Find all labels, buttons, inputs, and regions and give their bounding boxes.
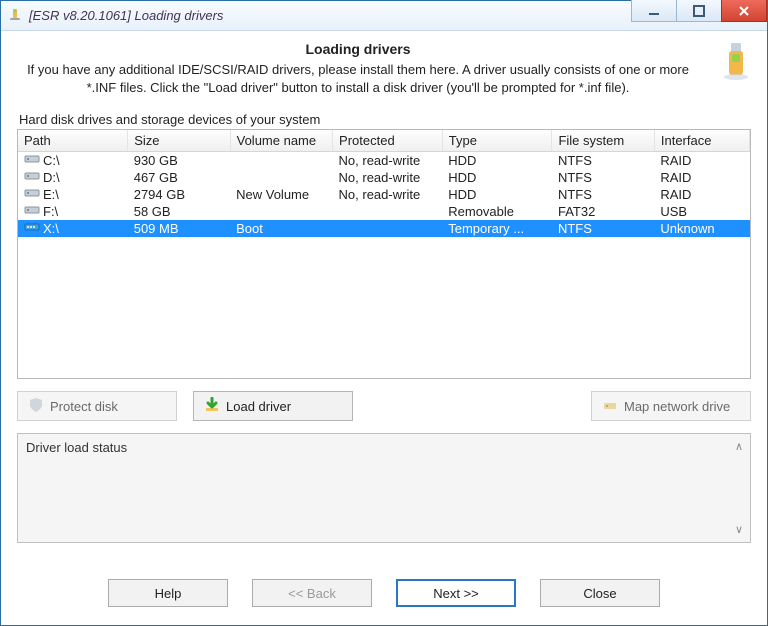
drive-path: X:\: [43, 221, 59, 236]
drive-icon: [24, 204, 40, 219]
protect-disk-button[interactable]: Protect disk: [17, 391, 177, 421]
drives-caption: Hard disk drives and storage devices of …: [19, 112, 751, 127]
drive-protected: [333, 203, 443, 220]
load-driver-label: Load driver: [226, 399, 291, 414]
drive-interface: RAID: [654, 186, 749, 203]
shield-icon: [28, 397, 44, 416]
page-header: Loading drivers If you have any addition…: [1, 31, 767, 110]
download-icon: [204, 397, 220, 416]
drive-fs: NTFS: [552, 152, 654, 170]
window-title: [ESR v8.20.1061] Loading drivers: [29, 8, 223, 23]
close-button[interactable]: Close: [540, 579, 660, 607]
wizard-footer: Help << Back Next >> Close: [1, 569, 767, 625]
drives-table[interactable]: Path Size Volume name Protected Type Fil…: [17, 129, 751, 379]
drive-interface: RAID: [654, 152, 749, 170]
drive-type: HDD: [442, 152, 552, 170]
drive-icon: [24, 153, 40, 168]
table-row[interactable]: D:\ 467 GB No, read-writeHDDNTFSRAID: [18, 169, 750, 186]
network-drive-icon: [602, 397, 618, 416]
drive-volume: Boot: [230, 220, 332, 237]
drive-volume: New Volume: [230, 186, 332, 203]
usb-drive-icon: [719, 41, 753, 84]
col-volume[interactable]: Volume name: [230, 130, 332, 152]
table-row[interactable]: F:\ 58 GB RemovableFAT32USB: [18, 203, 750, 220]
title-bar: [ESR v8.20.1061] Loading drivers: [1, 1, 767, 31]
back-button[interactable]: << Back: [252, 579, 372, 607]
drive-type: HDD: [442, 169, 552, 186]
col-protected[interactable]: Protected: [333, 130, 443, 152]
drive-path: E:\: [43, 187, 59, 202]
drive-icon: [24, 221, 40, 236]
drive-path: F:\: [43, 204, 58, 219]
drive-path: C:\: [43, 153, 60, 168]
drive-size: 2794 GB: [128, 186, 230, 203]
drive-interface: USB: [654, 203, 749, 220]
window-controls: [631, 1, 767, 30]
drive-size: 509 MB: [128, 220, 230, 237]
drive-fs: FAT32: [552, 203, 654, 220]
status-section: Driver load status ∧ ∨: [17, 433, 751, 543]
minimize-button[interactable]: [631, 0, 677, 22]
drive-protected: No, read-write: [333, 186, 443, 203]
next-button[interactable]: Next >>: [396, 579, 516, 607]
table-row[interactable]: C:\ 930 GB No, read-writeHDDNTFSRAID: [18, 152, 750, 170]
drive-interface: RAID: [654, 169, 749, 186]
drive-type: HDD: [442, 186, 552, 203]
drive-protected: No, read-write: [333, 152, 443, 170]
drive-icon: [24, 170, 40, 185]
col-size[interactable]: Size: [128, 130, 230, 152]
load-driver-button[interactable]: Load driver: [193, 391, 353, 421]
driver-load-status-box: Driver load status ∧ ∨: [17, 433, 751, 543]
status-scroll-up[interactable]: ∧: [732, 440, 746, 453]
drive-size: 467 GB: [128, 169, 230, 186]
drive-path: D:\: [43, 170, 60, 185]
table-row[interactable]: E:\ 2794 GBNew VolumeNo, read-writeHDDNTF…: [18, 186, 750, 203]
drive-volume: [230, 203, 332, 220]
drive-fs: NTFS: [552, 186, 654, 203]
maximize-button[interactable]: [676, 0, 722, 22]
drive-protected: [333, 220, 443, 237]
col-interface[interactable]: Interface: [654, 130, 749, 152]
page-description: If you have any additional IDE/SCSI/RAID…: [19, 61, 697, 96]
drive-fs: NTFS: [552, 220, 654, 237]
table-row[interactable]: X:\ 509 MBBoot Temporary ...NTFSUnknown: [18, 220, 750, 237]
help-button[interactable]: Help: [108, 579, 228, 607]
status-scroll-down[interactable]: ∨: [732, 523, 746, 536]
col-path[interactable]: Path: [18, 130, 128, 152]
close-window-button[interactable]: [721, 0, 767, 22]
map-network-label: Map network drive: [624, 399, 730, 414]
drive-volume: [230, 152, 332, 170]
status-label: Driver load status: [26, 440, 127, 455]
protect-disk-label: Protect disk: [50, 399, 118, 414]
drive-volume: [230, 169, 332, 186]
app-icon: [7, 8, 23, 24]
app-window: [ESR v8.20.1061] Loading drivers Loading…: [0, 0, 768, 626]
drive-size: 930 GB: [128, 152, 230, 170]
map-network-drive-button[interactable]: Map network drive: [591, 391, 751, 421]
col-fs[interactable]: File system: [552, 130, 654, 152]
col-type[interactable]: Type: [442, 130, 552, 152]
drive-size: 58 GB: [128, 203, 230, 220]
drive-type: Temporary ...: [442, 220, 552, 237]
action-bar: Protect disk Load driver: [17, 391, 751, 421]
drive-fs: NTFS: [552, 169, 654, 186]
page-title: Loading drivers: [19, 41, 697, 57]
drive-type: Removable: [442, 203, 552, 220]
drive-interface: Unknown: [654, 220, 749, 237]
table-header-row: Path Size Volume name Protected Type Fil…: [18, 130, 750, 152]
drive-protected: No, read-write: [333, 169, 443, 186]
drive-icon: [24, 187, 40, 202]
